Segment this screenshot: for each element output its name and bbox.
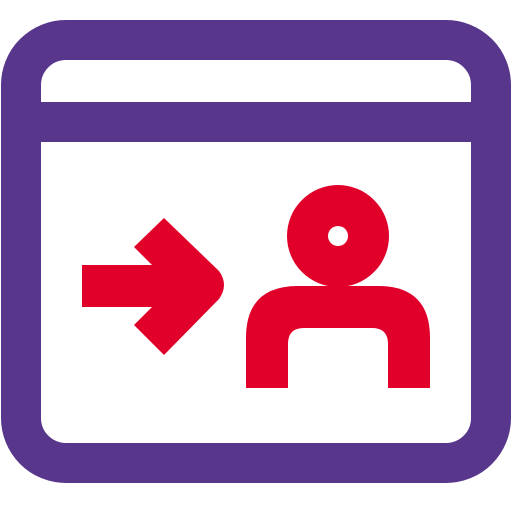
- icon-canvas: [0, 0, 512, 512]
- browser-window-icon: [1, 20, 511, 483]
- browser-login-user-icon: [1, 20, 511, 483]
- arrow-shaft-and-head: [82, 218, 224, 355]
- arrow-right-icon: [82, 218, 224, 355]
- user-body: [246, 286, 430, 388]
- user-icon: [246, 185, 430, 388]
- user-head-hole: [328, 226, 348, 246]
